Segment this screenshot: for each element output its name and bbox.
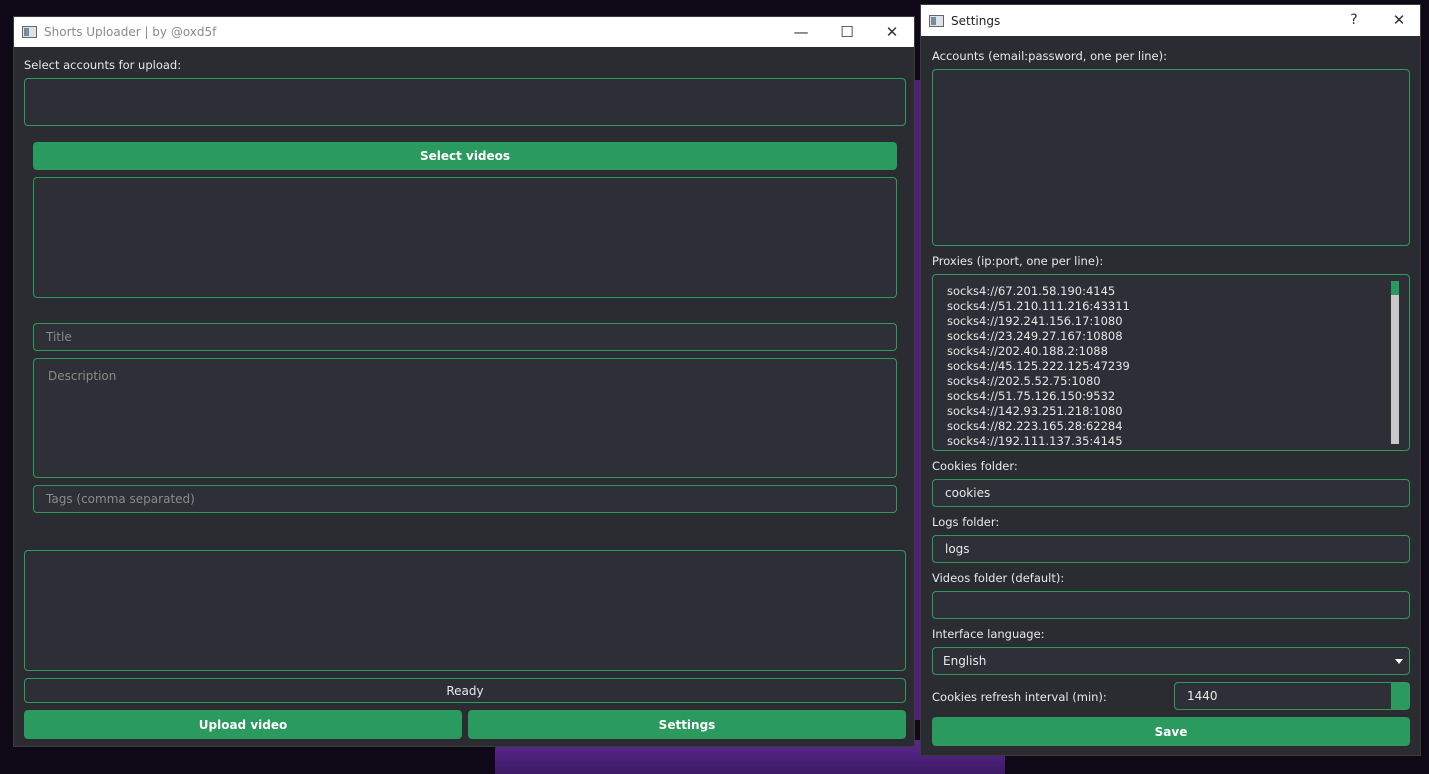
window-title: Shorts Uploader | by @oxd5f — [44, 25, 217, 39]
proxies-textarea[interactable]: socks4://67.201.58.190:4145 socks4://51.… — [932, 274, 1410, 451]
language-select[interactable]: English — [932, 647, 1410, 675]
language-label: Interface language: — [932, 627, 1045, 641]
settings-window: Settings ? ✕ Accounts (email:password, o… — [920, 4, 1421, 756]
refresh-interval-label: Cookies refresh interval (min): — [932, 690, 1107, 704]
accounts-textarea[interactable] — [932, 69, 1410, 246]
proxy-line: socks4://51.210.111.216:43311 — [947, 299, 1130, 313]
proxy-line: socks4://142.93.251.218:1080 — [947, 404, 1123, 418]
spin-down-button[interactable] — [1391, 696, 1409, 709]
title-input[interactable]: Title — [33, 323, 897, 351]
settings-button[interactable]: Settings — [468, 710, 906, 739]
select-videos-button[interactable]: Select videos — [33, 142, 897, 170]
spin-buttons[interactable] — [1391, 683, 1409, 709]
proxy-line: socks4://192.111.137.35:4145 — [947, 434, 1123, 448]
proxy-line: socks4://67.201.58.190:4145 — [947, 284, 1116, 298]
spin-up-button[interactable] — [1391, 683, 1409, 696]
refresh-interval-value: 1440 — [1187, 689, 1218, 703]
proxy-line: socks4://82.223.165.28:62284 — [947, 419, 1123, 433]
chevron-down-icon[interactable] — [1395, 659, 1403, 664]
settings-window-icon — [929, 14, 944, 27]
language-selected-value: English — [943, 654, 987, 668]
main-window: Shorts Uploader | by @oxd5f — ☐ ✕ Select… — [13, 16, 915, 747]
logs-folder-label: Logs folder: — [932, 515, 1000, 529]
proxies-scroll-thumb[interactable] — [1391, 281, 1399, 295]
proxies-scrollbar[interactable] — [1391, 281, 1399, 444]
minimize-button[interactable]: — — [778, 17, 824, 47]
save-button[interactable]: Save — [932, 717, 1410, 746]
proxy-line: socks4://51.75.126.150:9532 — [947, 389, 1116, 403]
settings-titlebar: Settings ? ✕ — [921, 5, 1420, 36]
proxy-line: socks4://202.5.52.75:1080 — [947, 374, 1101, 388]
description-input[interactable]: Description — [33, 358, 897, 478]
maximize-button[interactable]: ☐ — [824, 17, 870, 47]
settings-title: Settings — [951, 13, 1001, 28]
proxy-line: socks4://23.249.27.167:10808 — [947, 329, 1123, 343]
status-bar: Ready — [24, 678, 906, 703]
proxies-label: Proxies (ip:port, one per line): — [932, 254, 1104, 268]
app-window-icon — [22, 26, 37, 38]
proxy-line: socks4://202.40.188.2:1088 — [947, 344, 1108, 358]
proxy-line: socks4://45.125.222.125:47239 — [947, 359, 1130, 373]
tags-input[interactable]: Tags (comma separated) — [33, 485, 897, 513]
videos-folder-label: Videos folder (default): — [932, 571, 1065, 585]
close-button[interactable]: ✕ — [869, 17, 915, 47]
proxy-list: socks4://67.201.58.190:4145 socks4://51.… — [947, 284, 1130, 449]
cookies-folder-input[interactable]: cookies — [932, 479, 1410, 507]
help-button[interactable]: ? — [1331, 5, 1377, 35]
main-titlebar: Shorts Uploader | by @oxd5f — ☐ ✕ — [14, 17, 914, 47]
log-output-area — [24, 550, 906, 671]
refresh-interval-spinbox[interactable]: 1440 — [1174, 682, 1410, 710]
cookies-folder-label: Cookies folder: — [932, 459, 1018, 473]
accounts-select-label: Select accounts for upload: — [24, 58, 182, 72]
proxy-line: socks4://192.241.156.17:1080 — [947, 314, 1123, 328]
settings-close-button[interactable]: ✕ — [1376, 5, 1422, 35]
videos-folder-input[interactable] — [932, 591, 1410, 619]
logs-folder-input[interactable]: logs — [932, 535, 1410, 563]
accounts-label: Accounts (email:password, one per line): — [932, 49, 1167, 63]
upload-video-button[interactable]: Upload video — [24, 710, 462, 739]
selected-videos-list[interactable] — [33, 177, 897, 298]
accounts-select-list[interactable] — [24, 78, 906, 126]
